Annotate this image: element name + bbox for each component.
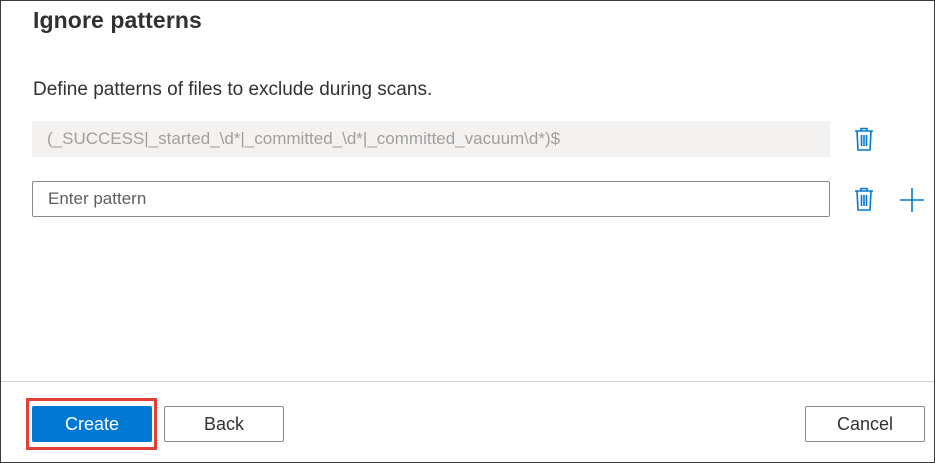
cancel-button[interactable]: Cancel — [805, 406, 925, 442]
add-pattern-button[interactable] — [897, 185, 927, 215]
footer-divider — [1, 381, 934, 382]
new-pattern-input[interactable] — [32, 181, 830, 217]
panel-description: Define patterns of files to exclude duri… — [33, 79, 433, 100]
existing-pattern-field — [32, 121, 830, 157]
trash-icon — [853, 186, 875, 212]
panel-title: Ignore patterns — [33, 7, 202, 33]
create-button[interactable]: Create — [32, 406, 152, 442]
delete-existing-pattern-button[interactable] — [849, 124, 879, 154]
plus-icon — [898, 186, 926, 214]
ignore-patterns-panel: Ignore patterns Define patterns of files… — [0, 0, 935, 463]
delete-new-pattern-button[interactable] — [849, 184, 879, 214]
trash-icon — [853, 126, 875, 152]
back-button[interactable]: Back — [164, 406, 284, 442]
